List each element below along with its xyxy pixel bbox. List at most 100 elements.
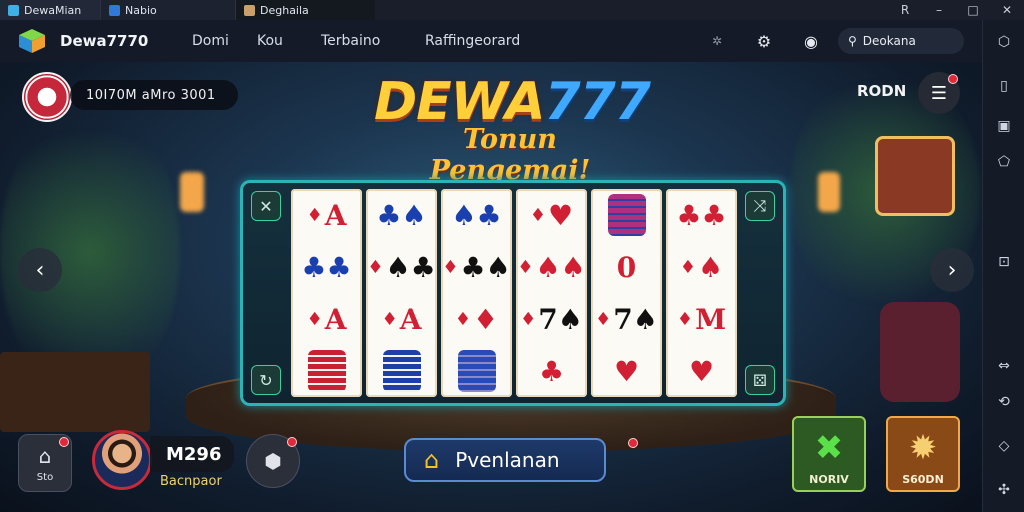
expand-icon[interactable]: ⬠	[994, 152, 1014, 172]
notification-dot	[59, 437, 69, 447]
pin-icon[interactable]: R	[888, 0, 922, 20]
layers-icon[interactable]: ◇	[994, 436, 1014, 456]
home-label: Sto	[36, 471, 54, 483]
symbol-glyph: ♣	[538, 354, 565, 388]
shield-icon[interactable]: ⬡	[994, 32, 1014, 52]
next-arrow-button[interactable]: ›	[930, 248, 974, 292]
diamond-suit-icon: ♦	[520, 308, 537, 330]
close-button[interactable]: ✕	[990, 0, 1024, 20]
screen-icon[interactable]: ▣	[994, 116, 1014, 136]
orange-action-button[interactable]: ✹ S60DN	[886, 416, 960, 492]
notification-dot	[948, 74, 958, 84]
nav-link-domi[interactable]: Domi	[192, 33, 229, 49]
tab-dewamian[interactable]: DewaMian	[0, 0, 100, 20]
orange-action-label: S60DN	[902, 473, 944, 486]
logo-text: DEWA	[374, 72, 545, 132]
slot-machine: ✕ ⤨ ↻ ⚄ ♦ A ♣♣ ♦ A ♣♠ ♦ ♠♣ ♦ A ♠♣ ♦ ♣♠ ♦ ♦ ♦ ♥ ♦ ♠♠ ♦ 7♠ ♣ 0 ♦ 7…	[240, 180, 786, 406]
reel-symbol	[294, 345, 360, 397]
reel-symbol: ♦ ♠♣	[367, 241, 435, 293]
home-button[interactable]: ⌂ Sto	[18, 434, 72, 492]
reel-symbol: ♣♣	[669, 189, 735, 241]
symbol-glyph: ♣♠	[460, 250, 511, 284]
green-action-button[interactable]: ✖ NORIV	[792, 416, 866, 492]
refresh-icon[interactable]: ↻	[251, 365, 281, 395]
main-action-button[interactable]: ⌂ Pvenlanan	[404, 438, 606, 482]
shield-button[interactable]: ⬢	[246, 434, 300, 488]
symbol-glyph: A	[324, 302, 347, 336]
symbol-glyph: 0	[616, 250, 637, 284]
tab-nabio[interactable]: Nabio	[100, 0, 235, 20]
more-icon[interactable]: ✣	[994, 480, 1014, 500]
reel-symbol: ♦ ♠♠	[517, 241, 586, 293]
record-icon[interactable]: ◉	[800, 30, 822, 52]
gear-icon[interactable]: ⚙	[753, 30, 775, 52]
user-settings-icon: ☰	[930, 82, 948, 104]
sun-gear-icon: ✹	[908, 428, 938, 468]
reel-symbol: ♦ M	[669, 293, 735, 345]
chevron-left-icon: ‹	[35, 257, 45, 283]
reel-symbol: ♦ A	[294, 189, 360, 241]
tab-label: Nabio	[125, 3, 157, 17]
nav-link-raffingeorard[interactable]: Raffingeorard	[425, 33, 520, 49]
reel-symbol: ♦ 7♠	[594, 293, 660, 345]
game-logo-title: DEWA777	[372, 72, 652, 132]
chip-stack-icon	[607, 194, 646, 236]
diamond-suit-icon: ♦	[442, 256, 459, 278]
symbol-glyph: ♥	[688, 354, 715, 388]
search-label: Deokana	[862, 34, 916, 48]
symbol-glyph: ♠♠	[535, 250, 586, 284]
symbol-glyph: ♣♣	[676, 198, 727, 232]
reel-symbol: ♠♣	[444, 189, 510, 241]
reel-symbol: ♥	[669, 345, 735, 397]
right-sidebar: ⬡ ▯ ▣ ⬠ ⊡ ⇔ ⟲ ◇ ✣	[982, 20, 1024, 512]
rotate-icon[interactable]: ⟲	[994, 392, 1014, 412]
reel-strip: ♦ A ♣♣ ♦ A ♣♠ ♦ ♠♣ ♦ A ♠♣ ♦ ♣♠ ♦ ♦ ♦ ♥ ♦ ♠♠ ♦ 7♠ ♣ 0 ♦ 7♠ ♥ ♣♣ ♦ ♠ ♦ M…	[291, 189, 739, 397]
window-controls: R – □ ✕	[888, 0, 1024, 20]
reel-symbol	[369, 345, 435, 397]
symbol-glyph: ♠♣	[451, 198, 502, 232]
symbol-glyph: ♣♠	[376, 198, 427, 232]
phone-icon[interactable]: ▯	[994, 76, 1014, 96]
resize-icon[interactable]: ⇔	[994, 356, 1014, 376]
reel-symbol: ♦ A	[294, 293, 360, 345]
cube-logo-icon	[19, 29, 45, 53]
green-action-label: NORIV	[809, 473, 849, 486]
reel-symbol: ♣	[519, 345, 585, 397]
symbol-glyph: 7♠	[538, 302, 583, 336]
diamond-suit-icon: ♦	[676, 308, 694, 330]
reel-symbol: ♦ 7♠	[519, 293, 585, 345]
reel-symbol	[594, 189, 660, 241]
page-icon	[244, 4, 255, 16]
dice-icon[interactable]: ⚄	[745, 365, 775, 395]
reel-symbol: ♦ ♣♠	[442, 241, 511, 293]
brand-name[interactable]: Dewa7770	[60, 32, 148, 50]
diamond-suit-icon: ♦	[454, 308, 472, 330]
profile-menu-button[interactable]: ☰	[918, 72, 960, 114]
slot-cabinet-decoration	[875, 136, 955, 216]
nav-link-kou[interactable]: Kou	[257, 33, 283, 49]
previous-arrow-button[interactable]: ‹	[18, 248, 62, 292]
shuffle-icon[interactable]: ⤨	[745, 191, 775, 221]
tab-deghaila[interactable]: Deghaila	[235, 0, 375, 20]
reel-symbol: ♣♣	[294, 241, 360, 293]
reel-symbol: ♥	[594, 345, 660, 397]
notification-dot	[287, 437, 297, 447]
diamond-suit-icon: ♦	[381, 308, 398, 330]
lantern-left-decoration	[180, 172, 204, 212]
close-icon[interactable]: ✕	[251, 191, 281, 221]
reel-symbol: 0	[594, 241, 660, 293]
nav-link-terbaino[interactable]: Terbaino	[321, 33, 380, 49]
top-right-label: RODN	[857, 82, 907, 100]
minimize-button[interactable]: –	[922, 0, 956, 20]
maximize-button[interactable]: □	[956, 0, 990, 20]
player-avatar[interactable]	[92, 430, 152, 490]
tab-label: Deghaila	[260, 3, 309, 17]
reel-column: ♦ A ♣♣ ♦ A	[291, 189, 362, 397]
search-box[interactable]: ⚲ Deokana	[838, 28, 964, 54]
symbol-glyph: ♣♣	[301, 250, 352, 284]
reel-symbol: ♦ ♥	[519, 189, 585, 241]
fullscreen-icon[interactable]: ⊡	[994, 252, 1014, 272]
lantern-right-decoration	[818, 172, 840, 212]
diamond-suit-icon: ♦	[367, 256, 384, 278]
app-icon	[8, 4, 19, 16]
